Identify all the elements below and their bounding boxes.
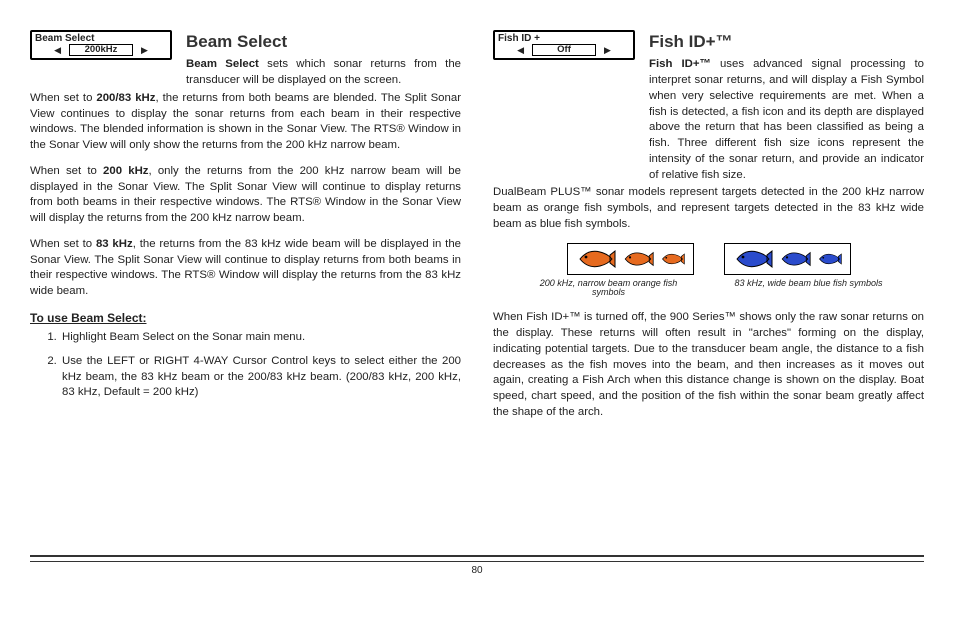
fish-icon bbox=[817, 252, 842, 266]
step-2: Use the LEFT or RIGHT 4-WAY Cursor Contr… bbox=[60, 354, 461, 401]
fish-icon bbox=[779, 250, 811, 268]
fish-icon bbox=[733, 248, 773, 270]
fish-id-widget: Fish ID + ◀ Off ▶ bbox=[493, 30, 635, 60]
right-arrow-icon: ▶ bbox=[141, 46, 148, 55]
intro-text: Beam Select sets which sonar returns fro… bbox=[186, 58, 461, 86]
p1: When set to 200/83 kHz, the returns from… bbox=[30, 91, 461, 154]
right-arrow-icon: ▶ bbox=[604, 46, 611, 55]
blue-caption: 83 kHz, wide beam blue fish symbols bbox=[724, 279, 894, 299]
right-column: Fish ID + ◀ Off ▶ Fish ID+™ Fish ID+™ us… bbox=[493, 30, 924, 555]
fish-icon bbox=[660, 252, 685, 266]
fish-id-header: Fish ID + ◀ Off ▶ Fish ID+™ Fish ID+™ us… bbox=[493, 30, 924, 183]
p3-bold: 83 kHz bbox=[96, 238, 133, 250]
p1-bold: 200/83 kHz bbox=[96, 92, 155, 104]
orange-caption: 200 kHz, narrow beam orange fish symbols bbox=[524, 279, 694, 299]
intro-rest: uses advanced signal processing to inter… bbox=[649, 58, 924, 180]
fish-illustration-row bbox=[493, 243, 924, 275]
widget-label: Fish ID + bbox=[495, 32, 633, 44]
instructions-heading: To use Beam Select: bbox=[30, 310, 461, 327]
widget-label: Beam Select bbox=[32, 32, 170, 44]
p2-bold: 200 kHz bbox=[103, 165, 148, 177]
steps-list: Highlight Beam Select on the Sonar main … bbox=[30, 330, 461, 401]
footer-rule bbox=[30, 555, 924, 562]
p2-lead: When set to bbox=[30, 165, 103, 177]
p3: When set to 83 kHz, the returns from the… bbox=[30, 237, 461, 300]
p3: When Fish ID+™ is turned off, the 900 Se… bbox=[493, 310, 924, 420]
beam-select-title: Beam Select bbox=[186, 30, 461, 53]
widget-value: 200kHz bbox=[69, 44, 133, 56]
widget-value-row: ◀ Off ▶ bbox=[495, 44, 633, 58]
page-number: 80 bbox=[0, 565, 954, 576]
step-1: Highlight Beam Select on the Sonar main … bbox=[60, 330, 461, 346]
intro-lead: Fish ID+™ bbox=[649, 58, 711, 70]
beam-select-header: Beam Select ◀ 200kHz ▶ Beam Select Beam … bbox=[30, 30, 461, 89]
intro-lead: Beam Select bbox=[186, 58, 259, 70]
widget-value-row: ◀ 200kHz ▶ bbox=[32, 44, 170, 58]
title-intro-block: Beam Select Beam Select sets which sonar… bbox=[186, 30, 461, 89]
beam-select-widget: Beam Select ◀ 200kHz ▶ bbox=[30, 30, 172, 60]
left-column: Beam Select ◀ 200kHz ▶ Beam Select Beam … bbox=[30, 30, 461, 555]
p1-lead: When set to bbox=[30, 92, 96, 104]
fish-id-title: Fish ID+™ bbox=[649, 30, 924, 53]
page-body: Beam Select ◀ 200kHz ▶ Beam Select Beam … bbox=[0, 0, 954, 555]
orange-fish-box bbox=[567, 243, 694, 275]
title-intro-block: Fish ID+™ Fish ID+™ uses advanced signal… bbox=[649, 30, 924, 183]
left-arrow-icon: ◀ bbox=[54, 46, 61, 55]
p2: DualBeam PLUS™ sonar models represent ta… bbox=[493, 185, 924, 232]
fish-icon bbox=[622, 250, 654, 268]
fish-icon bbox=[576, 248, 616, 270]
p2: When set to 200 kHz, only the returns fr… bbox=[30, 164, 461, 227]
blue-fish-box bbox=[724, 243, 851, 275]
left-arrow-icon: ◀ bbox=[517, 46, 524, 55]
widget-value: Off bbox=[532, 44, 596, 56]
fish-caption-row: 200 kHz, narrow beam orange fish symbols… bbox=[493, 279, 924, 299]
p3-lead: When set to bbox=[30, 238, 96, 250]
intro-text: Fish ID+™ uses advanced signal processin… bbox=[649, 58, 924, 180]
